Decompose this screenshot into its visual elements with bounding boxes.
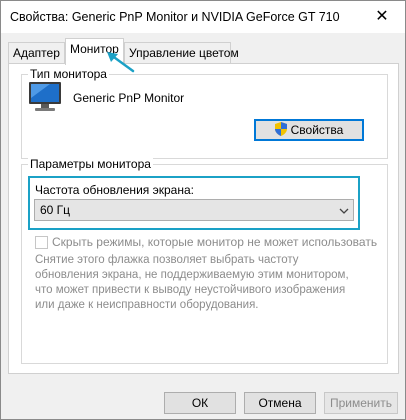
- monitor-properties-button[interactable]: Свойства: [254, 119, 364, 141]
- tab-color-management-label: Управление цветом: [129, 46, 239, 60]
- window-title: Свойства: Generic PnP Monitor и NVIDIA G…: [10, 10, 340, 24]
- hide-modes-note: Снятие этого флажка позволяет выбрать ча…: [35, 254, 349, 311]
- monitor-settings-group-label: Параметры монитора: [28, 157, 153, 171]
- ok-button-label: ОК: [191, 396, 209, 410]
- monitor-type-group: Тип монитора: [21, 67, 388, 159]
- annotation-arrow-icon: [105, 51, 135, 76]
- apply-button-label: Применить: [329, 396, 392, 410]
- tab-adapter[interactable]: Адаптер: [8, 42, 65, 64]
- monitor-properties-label: Свойства: [290, 123, 344, 137]
- hide-modes-checkbox[interactable]: [35, 236, 48, 249]
- close-button[interactable]: ✕: [359, 1, 405, 31]
- monitor-name: Generic PnP Monitor: [73, 91, 185, 105]
- tab-color-management[interactable]: Управление цветом: [124, 42, 239, 64]
- cancel-button-label: Отмена: [258, 396, 302, 410]
- tab-adapter-label: Адаптер: [13, 46, 60, 60]
- chevron-down-icon: [339, 205, 349, 219]
- refresh-rate-label: Частота обновления экрана:: [35, 183, 194, 197]
- apply-button[interactable]: Применить: [324, 392, 398, 414]
- properties-dialog: Свойства: Generic PnP Monitor и NVIDIA G…: [0, 0, 406, 420]
- refresh-rate-value: 60 Гц: [40, 203, 71, 217]
- ok-button[interactable]: ОК: [164, 392, 236, 414]
- close-icon: ✕: [375, 8, 389, 25]
- monitor-type-group-label: Тип монитора: [28, 67, 109, 81]
- cancel-button[interactable]: Отмена: [244, 392, 316, 414]
- uac-shield-icon: [274, 121, 287, 139]
- title-bar[interactable]: Свойства: Generic PnP Monitor и NVIDIA G…: [1, 1, 405, 33]
- refresh-rate-select[interactable]: 60 Гц: [34, 199, 354, 221]
- monitor-icon: [26, 81, 64, 116]
- hide-modes-label: Скрыть режимы, которые монитор не может …: [52, 235, 378, 249]
